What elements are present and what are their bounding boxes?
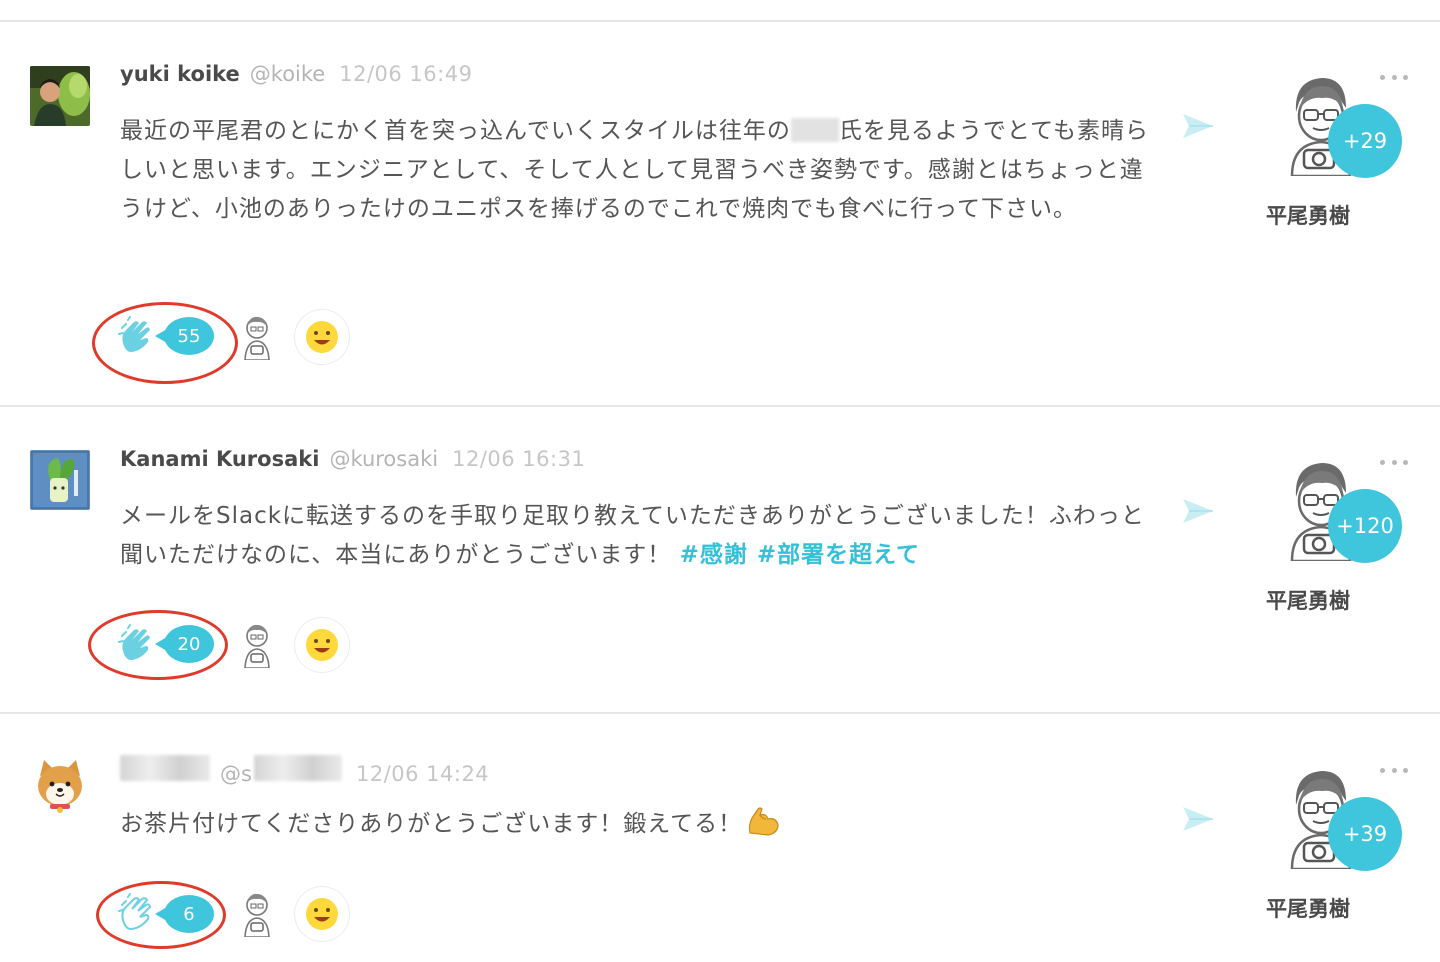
add-emoji-button[interactable] bbox=[295, 310, 349, 364]
send-arrow-icon bbox=[1183, 114, 1213, 138]
reaction-row: 55 bbox=[90, 296, 370, 386]
clap-count: 20 bbox=[155, 625, 214, 663]
recipient-count-badge[interactable]: +120 bbox=[1328, 489, 1402, 563]
send-arrow-icon bbox=[1183, 499, 1213, 523]
post-message-text: お茶片付けてくださりありがとうございます！鍛えてる！ bbox=[120, 811, 743, 837]
top-divider bbox=[0, 20, 1440, 22]
post-divider bbox=[0, 712, 1440, 714]
clap-icon[interactable] bbox=[118, 893, 158, 933]
recipient[interactable]: +39 平尾勇樹 bbox=[1266, 765, 1408, 925]
clap-icon[interactable] bbox=[118, 624, 158, 664]
recipient[interactable]: +120 平尾勇樹 bbox=[1266, 457, 1408, 617]
post-message: メールをSlackに転送するのを手取り足取り教えていただきありがとうございました… bbox=[120, 497, 1160, 575]
post-timestamp: 12/06 14:24 bbox=[355, 762, 490, 786]
clapper-avatar[interactable] bbox=[242, 314, 272, 360]
post-message-text: メールをSlackに転送するのを手取り足取り教えていただきありがとうございました… bbox=[120, 503, 1145, 568]
redacted-name bbox=[790, 118, 839, 142]
post-message: 最近の平尾君のとにかく首を突っ込んでいくスタイルは往年の 氏を見るようでとても素晴… bbox=[120, 112, 1160, 229]
post-timestamp: 12/06 16:31 bbox=[452, 447, 586, 471]
add-emoji-button[interactable] bbox=[295, 887, 349, 941]
post-header: @s 12/06 14:24 bbox=[120, 755, 489, 786]
author-avatar[interactable] bbox=[30, 450, 90, 510]
more-dots-icon[interactable] bbox=[1380, 72, 1408, 82]
send-arrow-icon bbox=[1183, 807, 1213, 831]
clapper-avatar[interactable] bbox=[242, 891, 272, 937]
recipient-name[interactable]: 平尾勇樹 bbox=[1266, 585, 1350, 615]
smiley-face-icon bbox=[306, 629, 338, 661]
reaction-row: 20 bbox=[88, 604, 370, 694]
add-emoji-button[interactable] bbox=[295, 618, 349, 672]
author-name[interactable]: Kanami Kurosaki bbox=[120, 447, 319, 471]
recipient-count-badge[interactable]: +29 bbox=[1328, 104, 1402, 178]
author-avatar[interactable] bbox=[30, 756, 90, 816]
author-avatar[interactable] bbox=[30, 66, 90, 126]
more-dots-icon[interactable] bbox=[1380, 457, 1408, 467]
redacted-author-handle bbox=[253, 755, 342, 781]
post-divider bbox=[0, 405, 1440, 407]
clap-icon[interactable] bbox=[118, 316, 158, 356]
post-message: お茶片付けてくださりありがとうございます！鍛えてる！ bbox=[120, 805, 1160, 844]
flexed-biceps-emoji bbox=[749, 807, 779, 836]
recipient-name[interactable]: 平尾勇樹 bbox=[1266, 893, 1350, 923]
reaction-row: 6 bbox=[90, 873, 370, 962]
hashtag-link[interactable]: #感謝 #部署を超えて bbox=[680, 542, 920, 568]
smiley-face-icon bbox=[306, 898, 338, 930]
author-handle[interactable]: @kurosaki bbox=[329, 447, 438, 471]
recipient-name[interactable]: 平尾勇樹 bbox=[1266, 200, 1350, 230]
post-message-text: 最近の平尾君のとにかく首を突っ込んでいくスタイルは往年の bbox=[120, 118, 791, 144]
clap-count: 55 bbox=[155, 317, 214, 355]
clap-count: 6 bbox=[155, 895, 214, 933]
author-handle[interactable]: @s bbox=[220, 762, 252, 786]
redacted-author-name bbox=[120, 755, 210, 781]
more-dots-icon[interactable] bbox=[1380, 765, 1408, 775]
post-header: yuki koike @koike 12/06 16:49 bbox=[120, 62, 472, 86]
author-name[interactable]: yuki koike bbox=[120, 62, 240, 86]
recipient-count-badge[interactable]: +39 bbox=[1328, 797, 1402, 871]
author-handle[interactable]: @koike bbox=[250, 62, 325, 86]
post-timestamp: 12/06 16:49 bbox=[339, 62, 473, 86]
post-header: Kanami Kurosaki @kurosaki 12/06 16:31 bbox=[120, 447, 585, 471]
smiley-face-icon bbox=[306, 321, 338, 353]
recipient[interactable]: +29 平尾勇樹 bbox=[1266, 72, 1408, 232]
clapper-avatar[interactable] bbox=[242, 622, 272, 668]
